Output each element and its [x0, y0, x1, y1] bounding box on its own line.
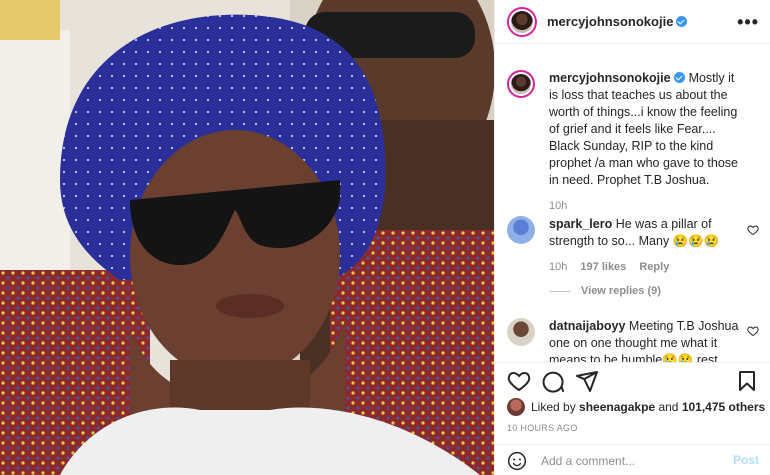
caption-time[interactable]: 10h [549, 198, 745, 215]
comments-list[interactable]: mercyjohnsonokojie Mostly it is loss that… [495, 44, 770, 362]
caption-text: Mostly it is loss that teaches us about … [549, 71, 739, 187]
heart-icon[interactable] [507, 369, 531, 393]
post-actions [495, 362, 770, 396]
comment-time[interactable]: 10h [549, 261, 567, 273]
post-photo[interactable] [0, 0, 494, 475]
caption-body: mercyjohnsonokojie Mostly it is loss that… [549, 70, 745, 215]
comment-heart-icon[interactable] [747, 224, 759, 236]
post-side-panel: mercyjohnsonokojie ••• mercyjohnsonokoji… [494, 0, 770, 475]
verified-icon [673, 72, 685, 83]
comment-icon[interactable] [541, 369, 565, 393]
liked-by-prefix: Liked by [531, 400, 576, 414]
liker-avatar[interactable] [507, 398, 525, 416]
reply-button[interactable]: Reply [639, 261, 669, 273]
post-image [0, 0, 494, 475]
verified-icon [676, 16, 688, 27]
caption-username[interactable]: mercyjohnsonokojie [549, 71, 671, 85]
caption-avatar[interactable] [507, 70, 535, 98]
add-comment-bar: Post [495, 444, 770, 475]
comment-body: datnaijaboyy Meeting T.B Joshua one on o… [549, 318, 745, 362]
comment-likes[interactable]: 197 likes [580, 261, 626, 273]
emoji-icon[interactable] [507, 451, 527, 471]
view-replies-button[interactable]: View replies (9) [549, 285, 661, 297]
bookmark-icon[interactable] [735, 369, 759, 393]
post-comment-button[interactable]: Post [733, 453, 759, 467]
author-avatar[interactable] [507, 6, 537, 37]
author-username[interactable]: mercyjohnsonokojie [547, 14, 673, 29]
comment-username[interactable]: spark_lero [549, 217, 612, 231]
comment-username[interactable]: datnaijaboyy [549, 319, 625, 333]
comment-body: spark_lero He was a pillar of strength t… [549, 216, 745, 276]
likes-others[interactable]: 101,475 others [682, 400, 765, 414]
add-comment-input[interactable] [541, 452, 721, 470]
post-timestamp[interactable]: 10 HOURS AGO [507, 423, 578, 433]
liker-username[interactable]: sheenagakpe [579, 400, 655, 414]
share-icon[interactable] [575, 369, 599, 393]
post-header: mercyjohnsonokojie ••• [495, 0, 770, 44]
comment-avatar[interactable] [507, 318, 535, 346]
comment-heart-icon[interactable] [747, 325, 759, 337]
likes-summary: Liked by sheenagakpe and 101,475 others [507, 398, 765, 416]
comment-avatar[interactable] [507, 216, 535, 244]
likes-and: and [658, 400, 679, 414]
comment-meta: 10h 197 likes Reply [549, 259, 745, 276]
more-icon[interactable]: ••• [737, 12, 759, 33]
